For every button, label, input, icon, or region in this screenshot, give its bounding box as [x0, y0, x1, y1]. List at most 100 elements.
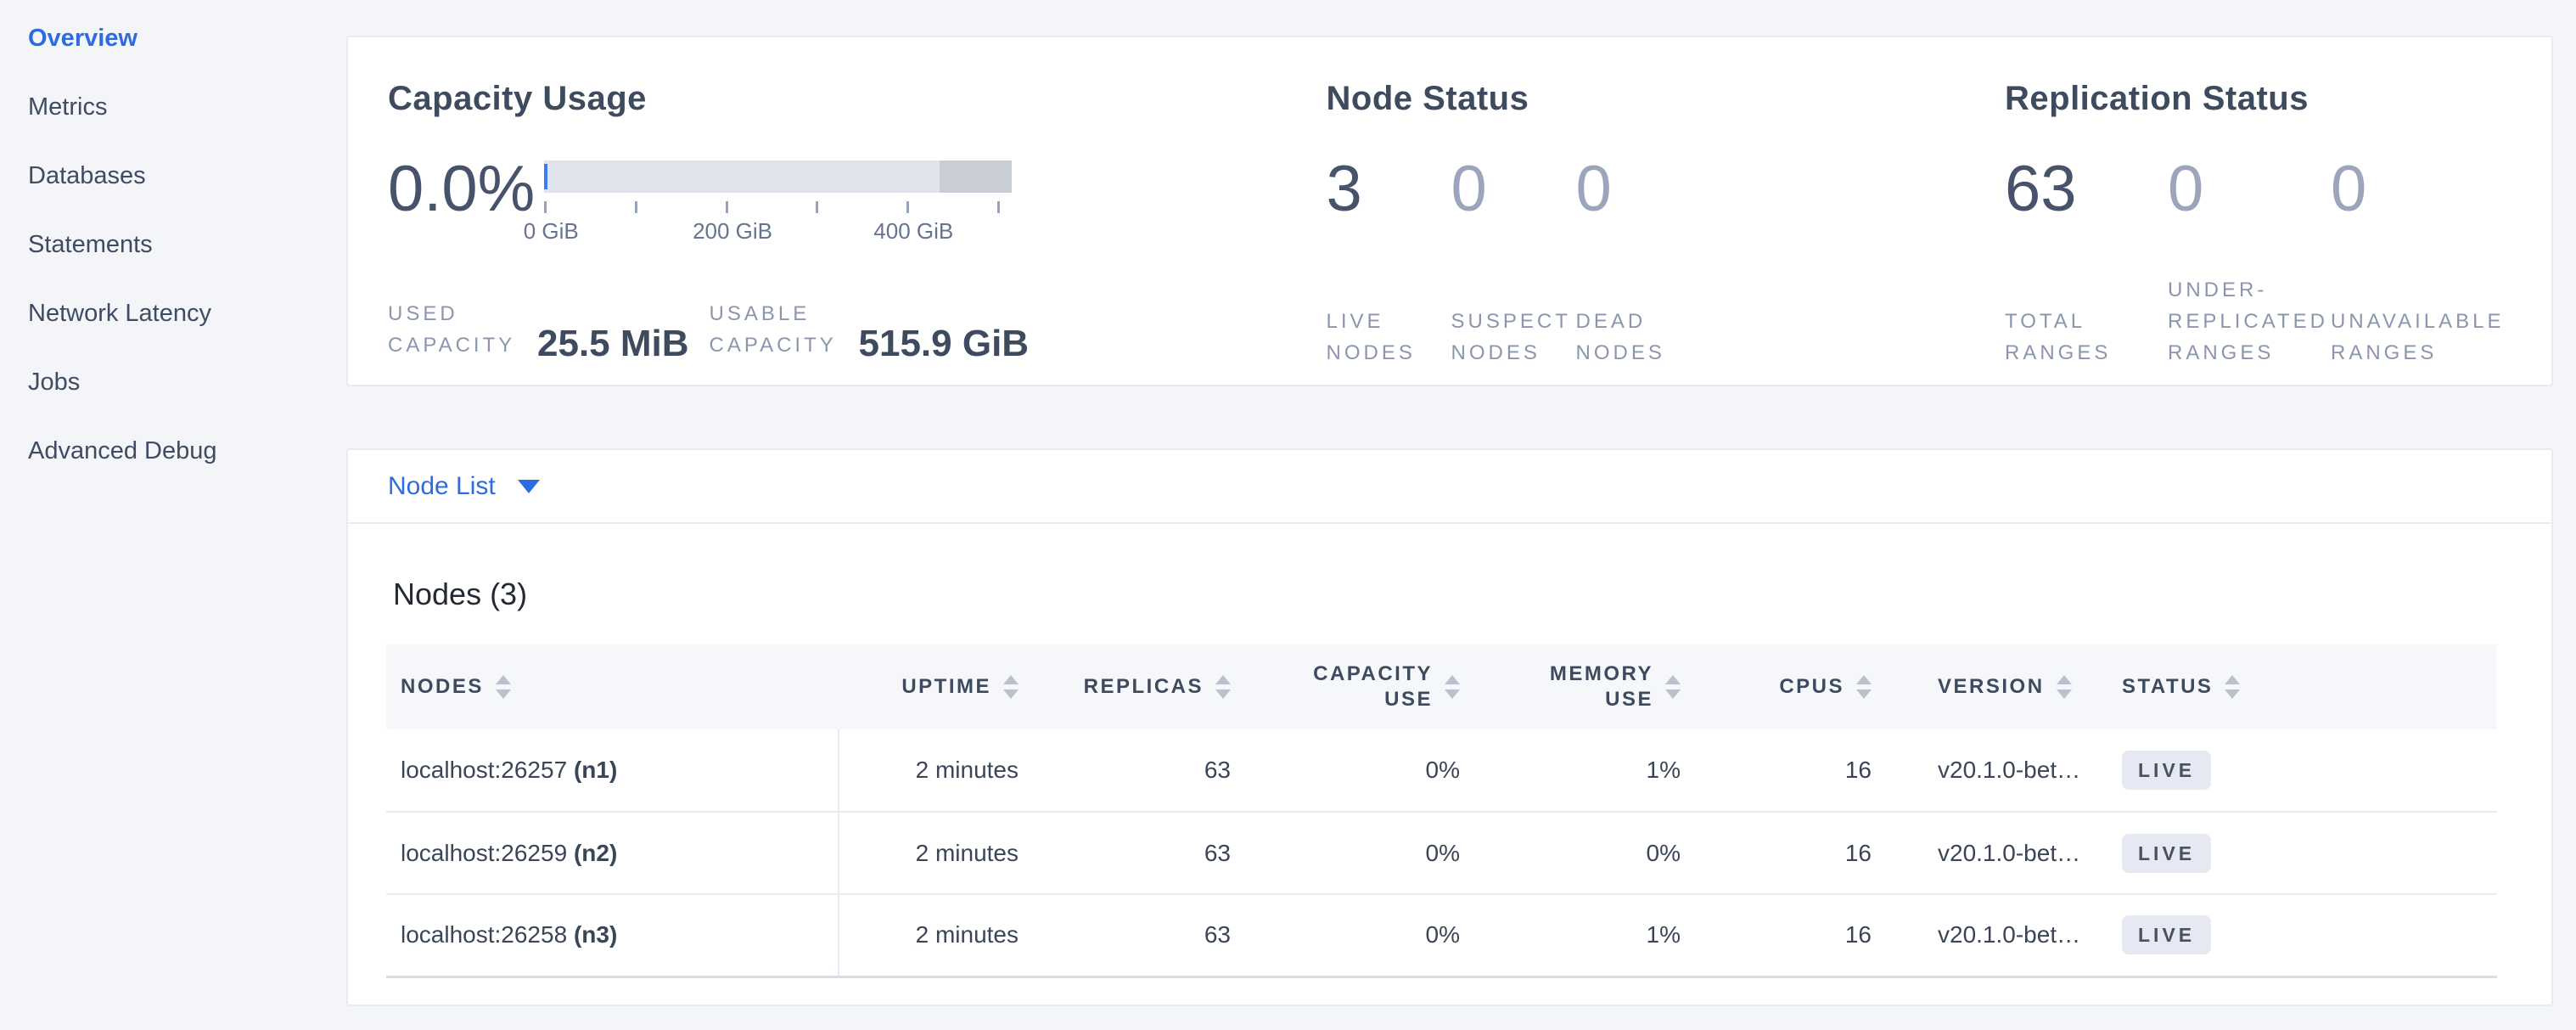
- capacity-bar-chart: 0 GiB200 GiB400 GiB: [544, 159, 1012, 244]
- capacity-bar: [544, 160, 1012, 193]
- column-header-memory_use[interactable]: MEMORY USE: [1484, 644, 1704, 729]
- node-status-stat-label: SUSPECT NODES: [1451, 306, 1576, 369]
- column-header-status[interactable]: STATUS: [2107, 644, 2497, 729]
- version-cell: v20.1.0-bet…: [1895, 894, 2107, 977]
- node-status-stat-value: 0: [1576, 159, 1701, 220]
- replication-stat-label: UNDER-REPLICATED RANGES: [2168, 274, 2331, 369]
- sidebar-item-jobs[interactable]: Jobs: [28, 368, 346, 397]
- uptime-cell: 2 minutes: [839, 729, 1042, 812]
- capacity-used-percent: 0.0%: [388, 159, 539, 220]
- nodes-section-title: Nodes (3): [393, 577, 2497, 612]
- uptime-cell: 2 minutes: [839, 812, 1042, 894]
- node-id: (n1): [574, 757, 617, 783]
- column-header-replicas[interactable]: REPLICAS: [1042, 644, 1254, 729]
- node-address-cell[interactable]: localhost:26258 (n3): [386, 894, 839, 977]
- axis-tick: [906, 201, 909, 213]
- chevron-down-icon: [518, 480, 540, 493]
- node-list-dropdown[interactable]: Node List: [388, 472, 540, 501]
- axis-tick: [544, 201, 547, 213]
- node-status-section: Node Status 3LIVE NODES0SUSPECT NODES0DE…: [1327, 80, 2006, 361]
- node-status-stat: 0DEAD NODES: [1576, 159, 1701, 369]
- node-status-stat: 0SUSPECT NODES: [1451, 159, 1576, 369]
- capacity-stat: USABLE CAPACITY515.9 GiB: [710, 298, 1030, 361]
- sidebar-item-advanced-debug[interactable]: Advanced Debug: [28, 436, 346, 465]
- replication-stat-value: 0: [2331, 159, 2517, 220]
- capacity-stat-label: USABLE CAPACITY: [710, 298, 856, 361]
- axis-tick-label: 400 GiB: [873, 218, 953, 245]
- replication-status-section: Replication Status 63TOTAL RANGES0UNDER-…: [2005, 80, 2517, 361]
- status-cell: LIVE: [2107, 729, 2497, 812]
- replication-stat-label: UNAVAILABLE RANGES: [2331, 306, 2517, 369]
- replicas-cell: 63: [1042, 729, 1254, 812]
- replicas-cell: 63: [1042, 812, 1254, 894]
- sort-up-icon: [1856, 675, 1872, 684]
- capacity-bar-used-indicator: [544, 164, 547, 189]
- column-header-cpus[interactable]: CPUS: [1704, 644, 1895, 729]
- sort-down-icon: [1215, 689, 1231, 699]
- capacity-usage-section: Capacity Usage 0.0% 0 GiB200 GiB400 GiB …: [388, 80, 1327, 361]
- capacity-use-cell: 0%: [1254, 812, 1484, 894]
- sidebar-item-databases[interactable]: Databases: [28, 161, 346, 190]
- axis-tick-label: 200 GiB: [693, 218, 772, 245]
- column-header-uptime[interactable]: UPTIME: [839, 644, 1042, 729]
- column-header-label: CAPACITY USE: [1269, 661, 1433, 712]
- node-status-stat: 3 LIVE NODES: [1327, 159, 1451, 369]
- sort-down-icon: [1445, 689, 1460, 699]
- axis-tick: [635, 201, 637, 213]
- column-header-label: VERSION: [1938, 674, 2045, 700]
- memory-use-cell: 0%: [1484, 812, 1704, 894]
- column-header-nodes[interactable]: NODES: [386, 644, 839, 729]
- capacity-stat: USED CAPACITY25.5 MiB: [388, 298, 689, 361]
- sort-arrows-icon: [1856, 675, 1872, 699]
- capacity-stat-label: USED CAPACITY: [388, 298, 534, 361]
- sidebar-item-metrics[interactable]: Metrics: [28, 93, 346, 121]
- status-badge: LIVE: [2122, 751, 2211, 790]
- column-header-label: UPTIME: [901, 674, 991, 700]
- sort-up-icon: [2225, 675, 2240, 684]
- capacity-axis-ticks: [544, 201, 1012, 213]
- node-id: (n3): [574, 921, 617, 948]
- sort-up-icon: [496, 675, 511, 684]
- node-list-dropdown-label: Node List: [388, 472, 496, 501]
- sidebar-item-statements[interactable]: Statements: [28, 230, 346, 259]
- replication-stat-label: TOTAL RANGES: [2005, 306, 2168, 369]
- replication-status-title: Replication Status: [2005, 80, 2517, 118]
- node-address-cell[interactable]: localhost:26257 (n1): [386, 729, 839, 812]
- node-status-stat-label: LIVE NODES: [1327, 306, 1451, 369]
- sort-up-icon: [1215, 675, 1231, 684]
- table-row: localhost:26257 (n1)2 minutes630%1%16v20…: [386, 729, 2497, 812]
- sidebar-item-network-latency[interactable]: Network Latency: [28, 299, 346, 328]
- node-status-title: Node Status: [1327, 80, 2006, 118]
- sort-arrows-icon: [1665, 675, 1681, 699]
- node-status-stat-value: 3: [1327, 159, 1451, 220]
- replication-stat-value: 0: [2168, 159, 2331, 220]
- column-header-label: MEMORY USE: [1498, 661, 1653, 712]
- column-header-capacity_use[interactable]: CAPACITY USE: [1254, 644, 1484, 729]
- node-list-card: Node List Nodes (3) NODES UPTIME REPLICAS C…: [346, 448, 2553, 1006]
- column-header-version[interactable]: VERSION: [1895, 644, 2107, 729]
- cpus-cell: 16: [1704, 729, 1895, 812]
- sort-down-icon: [1856, 689, 1872, 699]
- node-address-cell[interactable]: localhost:26259 (n2): [386, 812, 839, 894]
- sort-arrows-icon: [2057, 675, 2072, 699]
- uptime-cell: 2 minutes: [839, 894, 1042, 977]
- sort-arrows-icon: [496, 675, 511, 699]
- sidebar: Overview Metrics Databases Statements Networ…: [0, 0, 346, 1030]
- column-header-label: NODES: [401, 674, 484, 700]
- sort-down-icon: [2225, 689, 2240, 699]
- capacity-use-cell: 0%: [1254, 729, 1484, 812]
- node-list-header: Node List: [348, 450, 2551, 524]
- memory-use-cell: 1%: [1484, 894, 1704, 977]
- sidebar-item-overview[interactable]: Overview: [28, 24, 346, 53]
- status-badge: LIVE: [2122, 915, 2211, 954]
- nodes-table: NODES UPTIME REPLICAS CAPACITY USE MEMORY US…: [386, 644, 2497, 978]
- sort-down-icon: [1003, 689, 1019, 699]
- sort-up-icon: [1003, 675, 1019, 684]
- replication-stat: 0 UNAVAILABLE RANGES: [2331, 159, 2517, 369]
- axis-tick: [816, 201, 818, 213]
- column-header-label: REPLICAS: [1084, 674, 1204, 700]
- sort-down-icon: [1665, 689, 1681, 699]
- sort-up-icon: [1445, 675, 1460, 684]
- replication-stat: 63TOTAL RANGES: [2005, 159, 2168, 369]
- sort-arrows-icon: [1445, 675, 1460, 699]
